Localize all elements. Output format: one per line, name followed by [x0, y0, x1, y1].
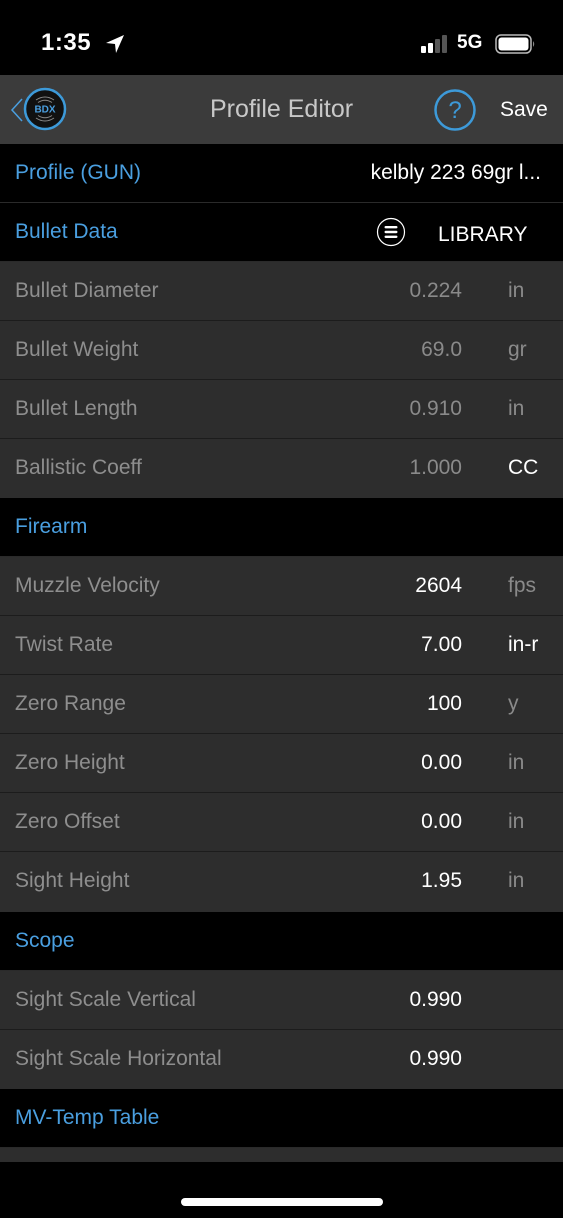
- section-label: Firearm: [15, 515, 88, 538]
- profile-value[interactable]: kelbly 223 69gr l...: [371, 161, 541, 185]
- home-indicator[interactable]: [181, 1198, 383, 1206]
- field-label: Bullet Weight: [15, 338, 139, 361]
- field-label: Bullet Length: [15, 397, 138, 420]
- field-value[interactable]: 0.00: [421, 751, 462, 775]
- field-value[interactable]: 0.224: [409, 279, 462, 303]
- field-label: Sight Height: [15, 869, 130, 892]
- row-zero-height[interactable]: Zero Height 0.00 in: [0, 734, 563, 793]
- page-title: Profile Editor: [209, 95, 354, 123]
- field-unit: in: [508, 751, 525, 774]
- field-value[interactable]: 2604: [415, 574, 462, 598]
- field-unit: in: [508, 810, 525, 833]
- network-label: 5G: [457, 32, 483, 53]
- section-label: Scope: [15, 929, 75, 952]
- section-header-mv-temp-table: MV-Temp Table: [0, 1089, 563, 1148]
- field-unit: y: [508, 692, 519, 715]
- row-zero-range[interactable]: Zero Range 100 y: [0, 675, 563, 734]
- field-value[interactable]: 1.95: [421, 869, 462, 893]
- field-label: Sight Scale Vertical: [15, 988, 196, 1011]
- field-label: Zero Offset: [15, 810, 120, 833]
- status-time: 1:35: [41, 29, 92, 56]
- field-unit: gr: [508, 338, 527, 361]
- row-sight-height[interactable]: Sight Height 1.95 in: [0, 852, 563, 912]
- row-ballistic-coeff[interactable]: Ballistic Coeff 1.000 CC: [0, 439, 563, 498]
- library-button[interactable]: LIBRARY: [438, 223, 528, 247]
- row-bullet-length[interactable]: Bullet Length 0.910 in: [0, 380, 563, 439]
- field-label: Twist Rate: [15, 633, 114, 656]
- field-unit: in: [508, 279, 525, 302]
- field-value[interactable]: 0.00: [421, 810, 462, 834]
- field-label: Muzzle Velocity: [15, 574, 160, 597]
- field-label: Sight Scale Horizontal: [15, 1047, 222, 1070]
- section-header-bullet-data: Bullet Data LIBRARY: [0, 203, 563, 262]
- location-arrow-icon: [106, 35, 124, 53]
- field-label: Zero Range: [15, 692, 126, 715]
- field-unit: in: [508, 397, 525, 420]
- field-value[interactable]: 0.990: [409, 1047, 462, 1071]
- field-value[interactable]: 0.990: [409, 988, 462, 1012]
- section-label: MV-Temp Table: [15, 1106, 160, 1129]
- signal-icon: [421, 35, 447, 53]
- list-item-partial: [0, 1148, 563, 1162]
- profile-row[interactable]: Profile (GUN) kelbly 223 69gr l...: [0, 144, 563, 203]
- row-zero-offset[interactable]: Zero Offset 0.00 in: [0, 793, 563, 852]
- field-unit-selector[interactable]: in-r: [508, 633, 538, 657]
- help-icon[interactable]: ?: [433, 88, 477, 132]
- battery-icon: [495, 34, 535, 54]
- field-label: Ballistic Coeff: [15, 456, 142, 479]
- row-twist-rate[interactable]: Twist Rate 7.00 in-r: [0, 616, 563, 675]
- profile-label: Profile (GUN): [15, 161, 142, 184]
- field-value[interactable]: 0.910: [409, 397, 462, 421]
- section-header-firearm: Firearm: [0, 498, 563, 557]
- row-sight-scale-horizontal[interactable]: Sight Scale Horizontal 0.990: [0, 1030, 563, 1089]
- field-value[interactable]: 100: [427, 692, 462, 716]
- profile-editor-list: Profile (GUN) kelbly 223 69gr l... Bulle…: [0, 144, 563, 1162]
- field-unit: in: [508, 869, 525, 892]
- field-unit-selector[interactable]: CC: [508, 456, 538, 480]
- field-label: Bullet Diameter: [15, 279, 159, 302]
- field-label: Zero Height: [15, 751, 125, 774]
- field-unit: fps: [508, 574, 537, 597]
- menu-list-icon[interactable]: [376, 217, 406, 247]
- field-value[interactable]: 7.00: [421, 633, 462, 657]
- save-button[interactable]: Save: [500, 98, 548, 122]
- section-header-scope: Scope: [0, 912, 563, 971]
- row-bullet-weight[interactable]: Bullet Weight 69.0 gr: [0, 321, 563, 380]
- row-sight-scale-vertical[interactable]: Sight Scale Vertical 0.990: [0, 971, 563, 1030]
- svg-text:?: ?: [448, 97, 461, 124]
- status-bar: 1:35 5G: [0, 0, 563, 75]
- nav-bar: BDX Profile Editor ? Save: [0, 75, 563, 144]
- field-value[interactable]: 1.000: [409, 456, 462, 480]
- field-value[interactable]: 69.0: [421, 338, 462, 362]
- row-bullet-diameter[interactable]: Bullet Diameter 0.224 in: [0, 262, 563, 321]
- row-muzzle-velocity[interactable]: Muzzle Velocity 2604 fps: [0, 557, 563, 616]
- section-label: Bullet Data: [15, 220, 118, 243]
